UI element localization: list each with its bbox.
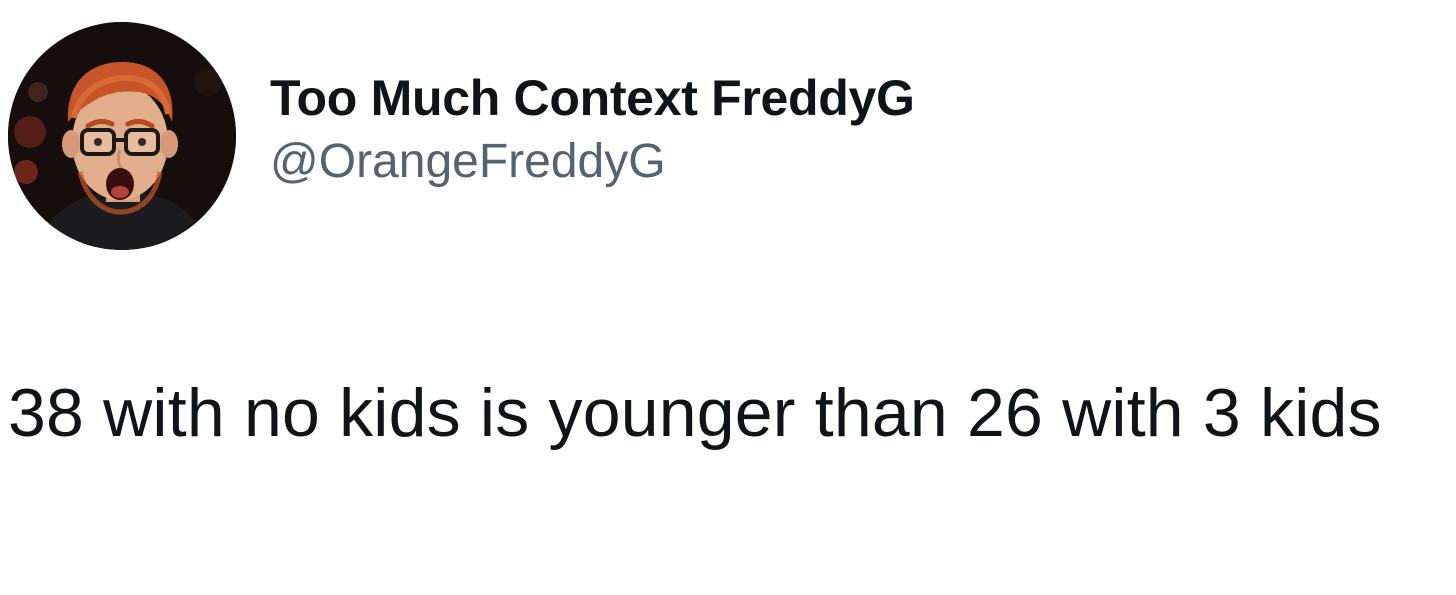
author-avatar[interactable] (8, 22, 236, 250)
author-display-name[interactable]: Too Much Context FreddyG (270, 68, 915, 128)
author-handle[interactable]: @OrangeFreddyG (270, 134, 915, 190)
author-info: Too Much Context FreddyG @OrangeFreddyG (270, 68, 915, 190)
tweet-text: 38 with no kids is younger than 26 with … (8, 375, 1382, 451)
avatar-photo (8, 22, 236, 250)
tweet-card: Too Much Context FreddyG @OrangeFreddyG … (0, 0, 1456, 595)
